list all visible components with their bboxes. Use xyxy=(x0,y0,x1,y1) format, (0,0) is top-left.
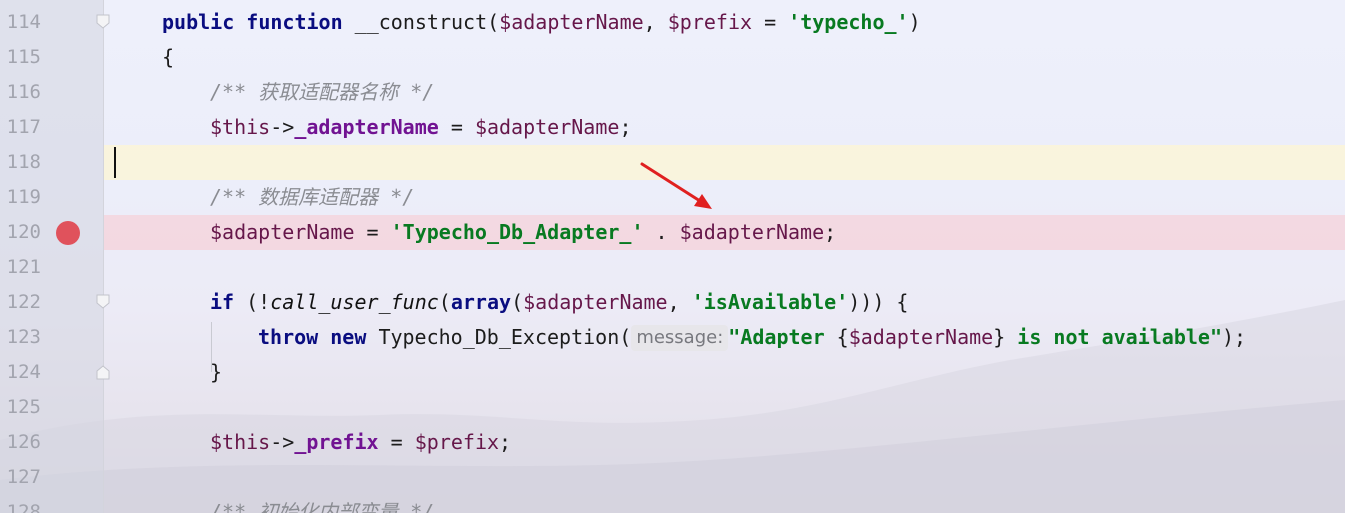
line-number: 121 xyxy=(6,256,41,278)
indent-guide xyxy=(211,322,212,372)
code-text: if (!call_user_func(array($adapterName, … xyxy=(210,290,909,314)
code-text: { xyxy=(162,45,175,69)
line-number: 124 xyxy=(6,361,41,383)
code-line[interactable]: 128 /** 初始化内部变量 */ xyxy=(0,495,1345,513)
annotation-arrow-icon xyxy=(640,162,712,209)
code-comment: /** 初始化内部变量 */ xyxy=(210,500,435,513)
current-line-highlight xyxy=(104,145,1345,180)
line-number: 116 xyxy=(6,81,41,103)
line-number: 123 xyxy=(6,326,41,348)
fold-marker-icon[interactable] xyxy=(94,363,112,381)
line-number: 128 xyxy=(6,501,41,513)
code-line[interactable]: 121 xyxy=(0,250,1345,285)
line-number: 125 xyxy=(6,396,41,418)
line-number: 127 xyxy=(6,466,41,488)
code-text: $this->_prefix = $prefix; xyxy=(210,430,512,454)
line-number: 117 xyxy=(6,116,41,138)
fold-marker-icon[interactable] xyxy=(94,293,112,311)
code-comment: /** 数据库适配器 */ xyxy=(210,185,415,209)
code-line[interactable]: 125 xyxy=(0,390,1345,425)
code-text: public function __construct($adapterName… xyxy=(162,10,921,34)
code-line[interactable]: 126 $this->_prefix = $prefix; xyxy=(0,425,1345,460)
fold-marker-icon[interactable] xyxy=(94,13,112,31)
code-text: $adapterName = 'Typecho_Db_Adapter_' . $… xyxy=(210,220,837,244)
line-number: 126 xyxy=(6,431,41,453)
code-line[interactable]: 123 throw new Typecho_Db_Exception(messa… xyxy=(0,320,1345,355)
line-number: 120 xyxy=(6,221,41,243)
code-line[interactable]: 115 { xyxy=(0,40,1345,75)
parameter-hint: message: xyxy=(631,325,729,351)
code-comment: /** 获取适配器名称 */ xyxy=(210,80,435,104)
code-text: $this->_adapterName = $adapterName; xyxy=(210,115,632,139)
code-line[interactable]: 124 } xyxy=(0,355,1345,390)
code-line-breakpoint[interactable]: 120 $adapterName = 'Typecho_Db_Adapter_'… xyxy=(0,215,1345,250)
code-line[interactable]: 122 if (!call_user_func(array($adapterNa… xyxy=(0,285,1345,320)
line-number: 119 xyxy=(6,186,41,208)
text-caret xyxy=(114,147,116,178)
breakpoint-icon[interactable] xyxy=(56,221,80,245)
line-number: 115 xyxy=(6,46,41,68)
line-number: 118 xyxy=(6,151,41,173)
code-text: throw new Typecho_Db_Exception(message: "… xyxy=(258,325,1247,351)
code-line[interactable]: 117 $this->_adapterName = $adapterName; xyxy=(0,110,1345,145)
line-number: 122 xyxy=(6,291,41,313)
code-line[interactable]: 116 /** 获取适配器名称 */ xyxy=(0,75,1345,110)
line-number: 114 xyxy=(6,11,41,33)
code-line[interactable]: 114 public function __construct($adapter… xyxy=(0,5,1345,40)
code-editor[interactable]: 114 public function __construct($adapter… xyxy=(0,5,1345,513)
code-line[interactable]: 127 xyxy=(0,460,1345,495)
